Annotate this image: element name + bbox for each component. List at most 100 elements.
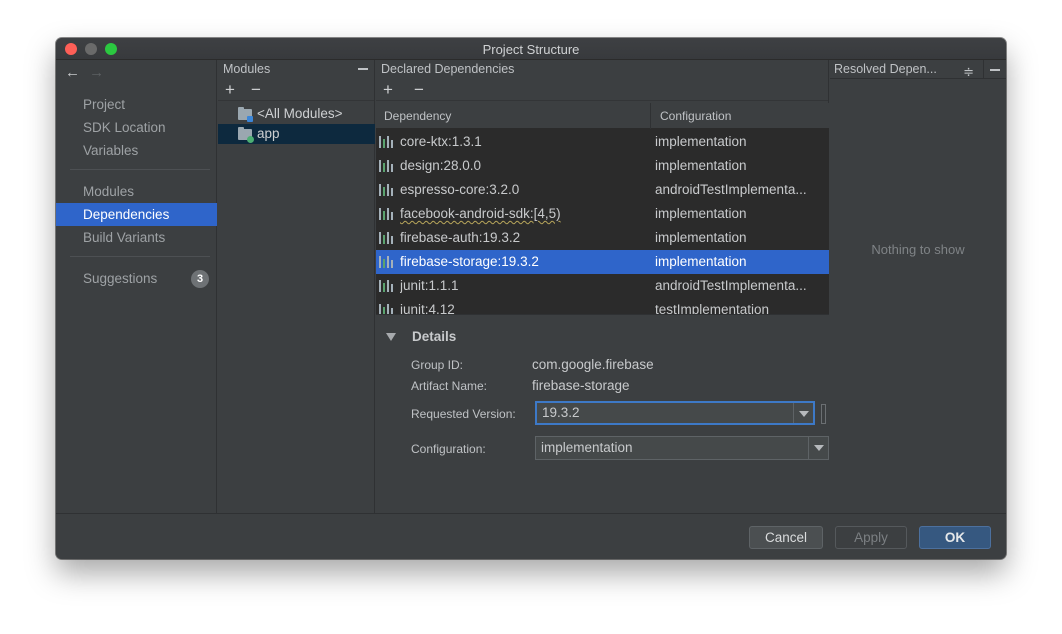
chevron-down-icon[interactable] — [793, 403, 813, 423]
table-row[interactable]: junit:4.12 testImplementation — [376, 298, 829, 314]
library-icon — [379, 136, 394, 148]
window-title: Project Structure — [482, 42, 580, 57]
title-bar: Project Structure — [56, 38, 1006, 60]
dependency-configuration: implementation — [655, 206, 747, 221]
dependency-configuration: implementation — [655, 158, 747, 173]
dependency-name: core-ktx:1.3.1 — [400, 134, 482, 149]
artifact-name-label: Artifact Name: — [411, 379, 488, 393]
dependency-name: firebase-auth:19.3.2 — [400, 230, 521, 245]
modules-panel: Modules + − <All Modules> app — [218, 60, 375, 513]
dependency-configuration: implementation — [655, 134, 747, 149]
forward-arrow-icon[interactable]: → — [89, 64, 109, 81]
dependency-name: junit:1.1.1 — [400, 278, 459, 293]
sidebar-item-label: Build Variants — [83, 230, 166, 245]
modules-toolbar: + − — [218, 79, 374, 101]
remove-module-icon[interactable]: − — [251, 80, 261, 100]
sidebar-item-project[interactable]: Project — [56, 93, 217, 116]
nav-arrows: ← → — [65, 64, 109, 81]
sidebar-item-dependencies[interactable]: Dependencies — [56, 203, 217, 226]
configuration-label: Configuration: — [411, 442, 486, 456]
dependency-configuration: testImplementation — [655, 302, 770, 314]
sidebar-item-label: SDK Location — [83, 120, 166, 135]
sidebar-item-label: Suggestions — [83, 271, 158, 286]
sidebar-item-build-variants[interactable]: Build Variants — [56, 226, 217, 249]
requested-version-value: 19.3.2 — [542, 405, 580, 420]
details-title: Details — [412, 329, 457, 344]
table-row[interactable]: junit:1.1.1 androidTestImplementa... — [376, 274, 829, 298]
module-item-all-modules[interactable]: <All Modules> — [218, 104, 375, 124]
ok-button[interactable]: OK — [919, 526, 991, 549]
dependency-name: junit:4.12 — [400, 302, 455, 314]
declared-dependencies-panel: Declared Dependencies + − Dependency Con… — [376, 60, 829, 513]
table-row[interactable]: facebook-android-sdk:[4,5) implementatio… — [376, 202, 829, 226]
resolved-header: Resolved Depen... ≑ — [830, 60, 1006, 79]
sidebar-item-suggestions[interactable]: Suggestions 3 — [56, 267, 217, 290]
dependency-configuration: implementation — [655, 230, 747, 245]
library-icon — [379, 184, 394, 196]
dependency-configuration: androidTestImplementa... — [655, 278, 807, 293]
collapse-all-icon[interactable]: ≑ — [963, 62, 974, 81]
configuration-combo[interactable]: implementation — [535, 436, 829, 460]
table-row[interactable]: design:28.0.0 implementation — [376, 154, 829, 178]
library-icon — [379, 208, 394, 220]
sidebar-item-variables[interactable]: Variables — [56, 139, 217, 162]
dialog-footer: Cancel Apply OK — [56, 513, 1006, 559]
dependencies-header: Declared Dependencies — [376, 60, 828, 78]
column-header-dependency[interactable]: Dependency — [376, 103, 651, 129]
chevron-down-icon[interactable] — [808, 437, 828, 459]
header-divider — [983, 60, 984, 79]
sidebar-item-sdk-location[interactable]: SDK Location — [56, 116, 217, 139]
artifact-name-value: firebase-storage — [532, 378, 630, 393]
cancel-button[interactable]: Cancel — [749, 526, 823, 549]
dependencies-header-label: Declared Dependencies — [381, 62, 515, 76]
module-label: <All Modules> — [257, 106, 343, 121]
dependency-configuration: androidTestImplementa... — [655, 182, 807, 197]
module-badge-icon — [247, 136, 254, 143]
sidebar-item-label: Dependencies — [83, 207, 170, 222]
dependency-configuration: implementation — [655, 254, 747, 269]
resolved-header-label: Resolved Depen... — [834, 62, 937, 76]
table-header: Dependency Configuration — [376, 103, 829, 129]
table-row[interactable]: firebase-auth:19.3.2 implementation — [376, 226, 829, 250]
requested-version-label: Requested Version: — [411, 407, 516, 421]
dependency-name: design:28.0.0 — [400, 158, 482, 173]
sidebar-item-label: Modules — [83, 184, 135, 199]
table-row-selected[interactable]: firebase-storage:19.3.2 implementation — [376, 250, 829, 274]
library-icon — [379, 304, 394, 314]
details-section: Details Group ID: com.google.firebase Ar… — [376, 314, 829, 513]
configuration-value: implementation — [541, 440, 633, 455]
remove-dependency-icon[interactable]: − — [414, 80, 424, 100]
dependency-name: firebase-storage:19.3.2 — [400, 254, 539, 269]
project-structure-window: Project Structure ← → Project SDK Locati… — [56, 38, 1006, 559]
grid-badge-icon — [247, 116, 253, 122]
group-id-value: com.google.firebase — [532, 357, 654, 372]
group-id-label: Group ID: — [411, 358, 464, 372]
library-icon — [379, 160, 394, 172]
minimize-panel-icon[interactable] — [358, 68, 368, 70]
library-icon — [379, 280, 394, 292]
apply-button[interactable]: Apply — [835, 526, 907, 549]
back-arrow-icon[interactable]: ← — [65, 64, 85, 81]
version-side-handle[interactable] — [821, 404, 826, 424]
module-label: app — [257, 126, 280, 141]
table-row[interactable]: espresso-core:3.2.0 androidTestImplement… — [376, 178, 829, 202]
dependency-name: facebook-android-sdk:[4,5) — [400, 206, 561, 221]
minimize-panel-icon[interactable] — [990, 69, 1000, 71]
add-dependency-icon[interactable]: + — [383, 80, 393, 100]
module-item-app[interactable]: app — [218, 124, 375, 144]
empty-state-text: Nothing to show — [871, 242, 965, 257]
requested-version-combo[interactable]: 19.3.2 — [535, 401, 815, 425]
table-row[interactable]: core-ktx:1.3.1 implementation — [376, 130, 829, 154]
add-module-icon[interactable]: + — [225, 80, 235, 100]
modules-header-label: Modules — [223, 62, 271, 76]
column-header-configuration[interactable]: Configuration — [652, 103, 829, 129]
sidebar-divider — [70, 169, 210, 170]
dependencies-toolbar: + − — [376, 79, 828, 101]
suggestions-count-badge: 3 — [191, 270, 209, 288]
sidebar-item-modules[interactable]: Modules — [56, 180, 217, 203]
dependency-name: espresso-core:3.2.0 — [400, 182, 520, 197]
sidebar: ← → Project SDK Location Variables Modul… — [56, 60, 217, 513]
sidebar-item-label: Project — [83, 97, 126, 112]
library-icon — [379, 232, 394, 244]
collapse-triangle-icon[interactable] — [386, 333, 396, 341]
